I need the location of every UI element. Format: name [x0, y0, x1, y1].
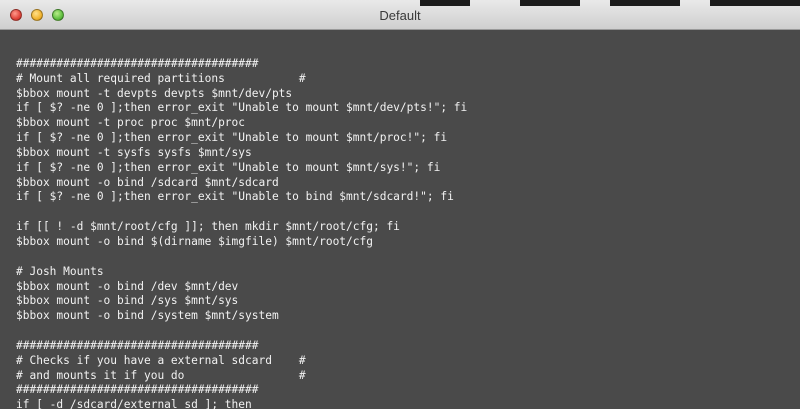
terminal-line: if [ $? -ne 0 ];then error_exit "Unable …	[16, 131, 448, 145]
terminal-line: ####################################	[16, 338, 259, 352]
desktop-thumbnail	[610, 0, 680, 6]
terminal-line: $bbox mount -o bind /sys $mnt/sys	[16, 294, 239, 308]
terminal-line: if [ $? -ne 0 ];then error_exit "Unable …	[16, 190, 454, 204]
terminal-line: if [ $? -ne 0 ];then error_exit "Unable …	[16, 101, 468, 115]
terminal-text-area[interactable]: #################################### # Mo…	[0, 30, 800, 409]
window-title: Default	[379, 8, 421, 23]
terminal-line: if [[ ! -d $mnt/root/cfg ]]; then mkdir …	[16, 220, 400, 234]
terminal-line: # and mounts it if you do #	[16, 368, 306, 382]
terminal-line: $bbox mount -o bind /sdcard $mnt/sdcard	[16, 175, 279, 189]
terminal-line: # Mount all required partitions #	[16, 71, 306, 85]
terminal-line: if [ -d /sdcard/external_sd ]; then	[16, 398, 252, 409]
terminal-line: $bbox mount -o bind /dev $mnt/dev	[16, 279, 239, 293]
title-bar: Default	[0, 0, 800, 30]
terminal-line: $bbox mount -o bind /system $mnt/system	[16, 309, 279, 323]
terminal-line: # Checks if you have a external sdcard #	[16, 353, 306, 367]
terminal-line: $bbox mount -o bind $(dirname $imgfile) …	[16, 234, 373, 248]
desktop-thumbnail	[710, 0, 800, 6]
desktop-thumbnail	[420, 0, 470, 6]
desktop-thumbnail	[520, 0, 580, 6]
terminal-line: $bbox mount -t sysfs sysfs $mnt/sys	[16, 145, 252, 159]
terminal-line: $bbox mount -t proc proc $mnt/proc	[16, 116, 246, 130]
terminal-line: if [ $? -ne 0 ];then error_exit "Unable …	[16, 160, 441, 174]
terminal-line: $bbox mount -t devpts devpts $mnt/dev/pt…	[16, 86, 293, 100]
terminal-line: # Josh Mounts	[16, 264, 104, 278]
terminal-line: ####################################	[16, 383, 259, 397]
terminal-line: ####################################	[16, 56, 259, 70]
